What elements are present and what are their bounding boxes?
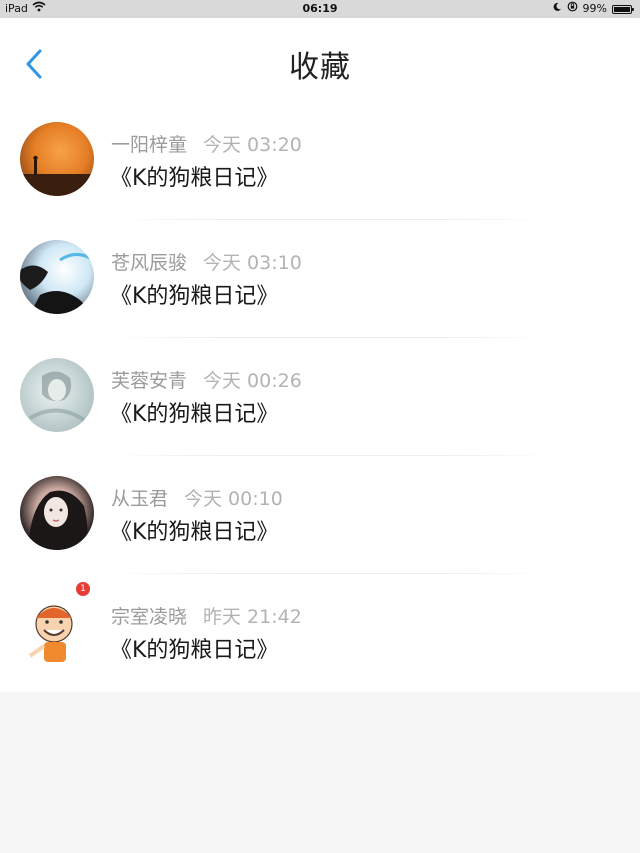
battery-percent: 99%	[582, 2, 607, 15]
item-time: 今天 00:10	[184, 488, 283, 510]
battery-icon	[612, 4, 634, 14]
item-time: 今天 03:20	[203, 134, 302, 156]
item-time: 今天 03:10	[203, 252, 302, 274]
avatar[interactable]	[20, 358, 94, 432]
item-meta: 芙蓉安青 今天 00:26	[111, 366, 302, 393]
author-name: 一阳梓童	[111, 134, 188, 156]
item-title: 《K的狗粮日记》	[110, 402, 279, 427]
list-item[interactable]: 从玉君 今天 00:10 《K的狗粮日记》	[0, 456, 640, 574]
item-meta: 苍风辰骏 今天 03:10	[111, 248, 302, 275]
status-right: 99%	[552, 0, 634, 18]
item-title: 《K的狗粮日记》	[110, 638, 279, 663]
list-item[interactable]: 苍风辰骏 今天 03:10 《K的狗粮日记》	[0, 220, 640, 338]
favorites-list: 一阳梓童 今天 03:20 《K的狗粮日记》 苍风辰骏 今天 03:10 《K的狗粮…	[0, 102, 640, 692]
status-time: 06:19	[302, 2, 338, 15]
status-bar: iPad 06:19 99%	[0, 0, 640, 18]
rotation-lock-icon	[567, 0, 578, 18]
item-meta: 宗室凌晓 昨天 21:42	[111, 602, 302, 629]
list-item[interactable]: 1 宗室凌晓 昨天 21:42 《K的狗粮日记》	[0, 574, 640, 692]
author-name: 芙蓉安青	[111, 370, 188, 392]
item-title: 《K的狗粮日记》	[110, 166, 279, 191]
moon-icon	[552, 0, 562, 18]
item-time: 昨天 21:42	[203, 606, 302, 628]
item-meta: 一阳梓童 今天 03:20	[111, 130, 302, 157]
nav-bar: 收藏	[0, 18, 640, 102]
author-name: 宗室凌晓	[111, 606, 188, 628]
item-time: 今天 00:26	[203, 370, 302, 392]
author-name: 从玉君	[111, 488, 169, 510]
notification-badge: 1	[76, 582, 90, 596]
page-title: 收藏	[289, 50, 351, 85]
list-item[interactable]: 芙蓉安青 今天 00:26 《K的狗粮日记》	[0, 338, 640, 456]
avatar[interactable]	[20, 122, 94, 196]
avatar[interactable]	[20, 476, 94, 550]
avatar[interactable]	[20, 594, 94, 668]
author-name: 苍风辰骏	[111, 252, 188, 274]
item-title: 《K的狗粮日记》	[110, 520, 279, 545]
avatar[interactable]	[20, 240, 94, 314]
item-title: 《K的狗粮日记》	[110, 284, 279, 309]
item-meta: 从玉君 今天 00:10	[111, 484, 283, 511]
list-item[interactable]: 一阳梓童 今天 03:20 《K的狗粮日记》	[0, 102, 640, 220]
